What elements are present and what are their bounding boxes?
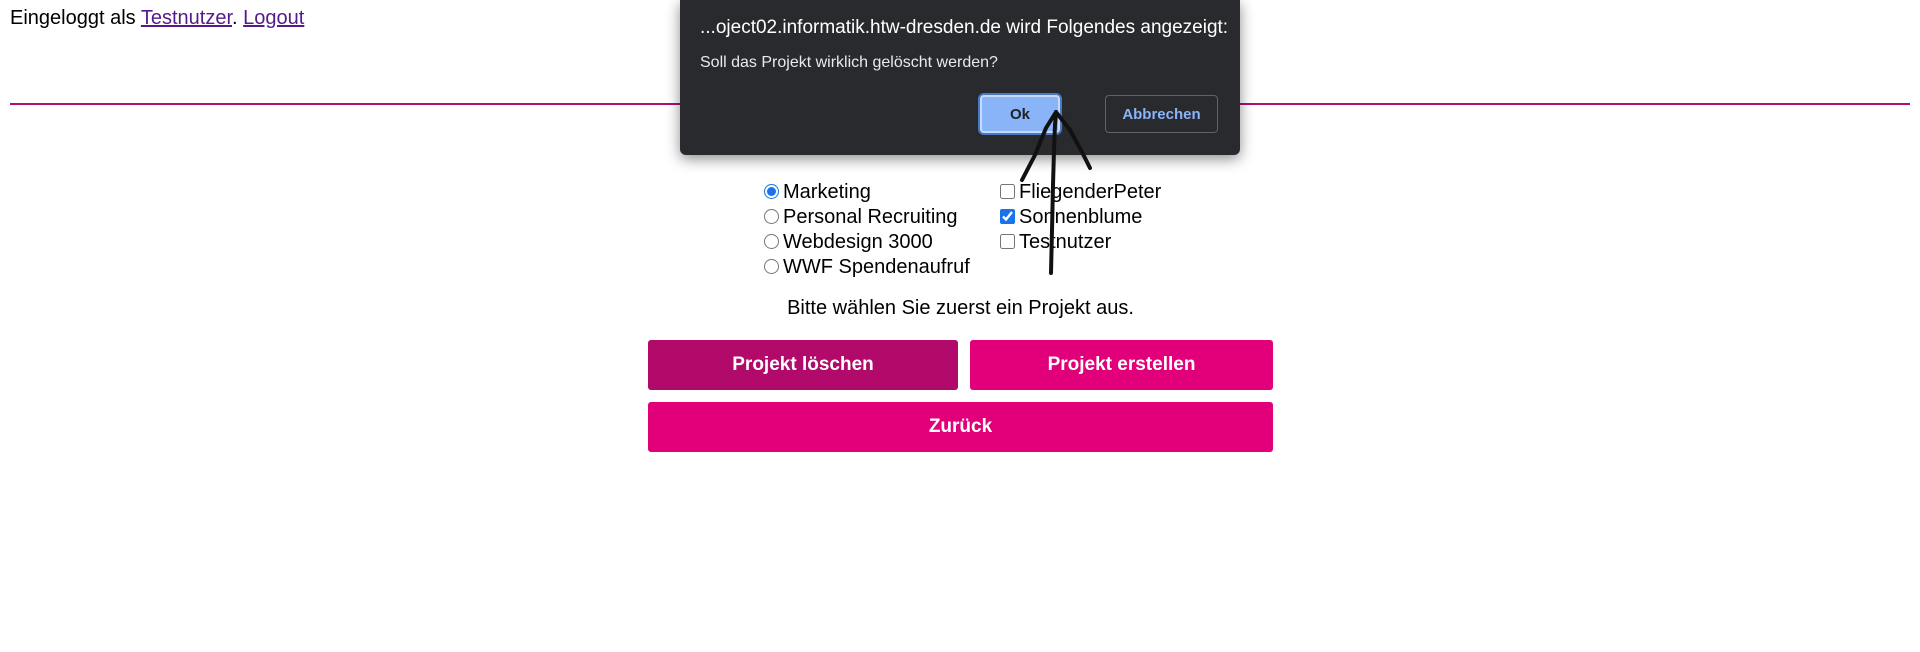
user-checkbox[interactable] bbox=[1000, 234, 1015, 249]
project-radio[interactable] bbox=[764, 209, 779, 224]
confirm-dialog: ...oject02.informatik.htw-dresden.de wir… bbox=[680, 0, 1240, 155]
project-radio[interactable] bbox=[764, 184, 779, 199]
dialog-title: ...oject02.informatik.htw-dresden.de wir… bbox=[700, 17, 1229, 38]
project-label: Personal Recruiting bbox=[783, 206, 958, 228]
project-radio[interactable] bbox=[764, 259, 779, 274]
dialog-cancel-button[interactable]: Abbrechen bbox=[1105, 95, 1218, 133]
project-option[interactable]: Marketing bbox=[764, 180, 970, 205]
user-label: Sonnenblume bbox=[1019, 206, 1143, 228]
project-option[interactable]: Webdesign 3000 bbox=[764, 230, 970, 255]
user-label: FliegenderPeter bbox=[1019, 181, 1162, 203]
project-option[interactable]: Personal Recruiting bbox=[764, 205, 970, 230]
dialog-message: Soll das Projekt wirklich gelöscht werde… bbox=[700, 54, 998, 71]
project-radio[interactable] bbox=[764, 234, 779, 249]
user-checkbox[interactable] bbox=[1000, 184, 1015, 199]
user-checkbox[interactable] bbox=[1000, 209, 1015, 224]
project-label: Marketing bbox=[783, 181, 871, 203]
project-label: Webdesign 3000 bbox=[783, 231, 933, 253]
user-checkbox-list: FliegenderPeter Sonnenblume Testnutzer bbox=[1000, 180, 1161, 255]
delete-project-button[interactable]: Projekt löschen bbox=[648, 340, 958, 390]
select-project-hint: Bitte wählen Sie zuerst ein Projekt aus. bbox=[787, 297, 1134, 319]
page: Eingeloggt als Testnutzer. Logout Market… bbox=[0, 0, 1920, 652]
user-option[interactable]: FliegenderPeter bbox=[1000, 180, 1161, 205]
dialog-ok-button[interactable]: Ok bbox=[980, 95, 1060, 133]
project-label: WWF Spendenaufruf bbox=[783, 256, 970, 278]
logout-link[interactable]: Logout bbox=[243, 7, 304, 29]
project-radio-list: Marketing Personal Recruiting Webdesign … bbox=[764, 180, 970, 280]
username-link[interactable]: Testnutzer bbox=[141, 7, 232, 29]
user-option[interactable]: Testnutzer bbox=[1000, 230, 1161, 255]
login-status: Eingeloggt als Testnutzer. Logout bbox=[10, 6, 304, 30]
user-label: Testnutzer bbox=[1019, 231, 1112, 253]
create-project-button[interactable]: Projekt erstellen bbox=[970, 340, 1273, 390]
login-prefix: Eingeloggt als bbox=[10, 7, 141, 29]
back-button[interactable]: Zurück bbox=[648, 402, 1273, 452]
login-separator: . bbox=[232, 7, 244, 29]
user-option[interactable]: Sonnenblume bbox=[1000, 205, 1161, 230]
project-option[interactable]: WWF Spendenaufruf bbox=[764, 255, 970, 280]
